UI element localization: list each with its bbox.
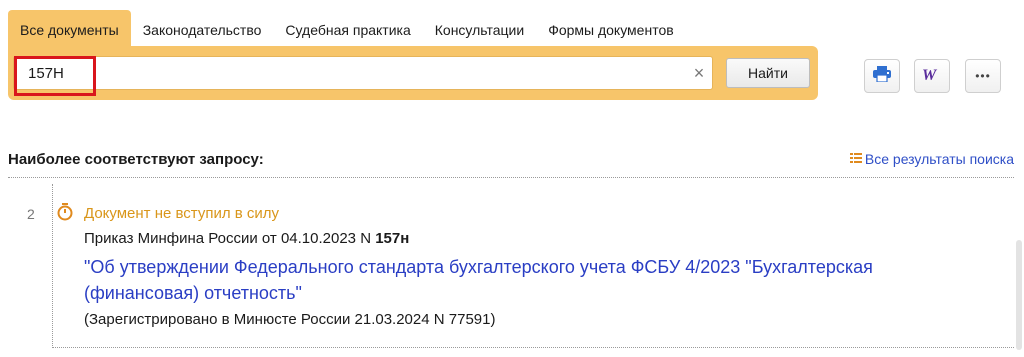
print-button[interactable] [864, 59, 900, 93]
clear-search-button[interactable]: × [689, 63, 709, 83]
registration-note: (Зарегистрировано в Минюсте России 21.03… [84, 311, 496, 328]
more-button[interactable]: ••• [965, 59, 1001, 93]
tab-document-forms[interactable]: Формы документов [536, 10, 686, 46]
result-number: 2 [27, 206, 35, 222]
search-input[interactable] [28, 61, 668, 85]
document-prefix: Приказ Минфина России от 04.10.2023 N [84, 230, 376, 247]
document-number: 157н [375, 230, 410, 247]
scrollbar[interactable] [1016, 240, 1022, 350]
all-results-label: Все результаты поиска [864, 151, 1014, 167]
search-box: × [13, 56, 713, 96]
results-heading: Наиболее соответствуют запросу: [8, 151, 264, 168]
word-export-icon: W [922, 66, 942, 87]
tab-court-practice[interactable]: Судебная практика [273, 10, 422, 46]
find-button[interactable]: Найти [726, 58, 810, 88]
svg-text:W: W [922, 67, 938, 82]
stopwatch-icon [56, 203, 74, 226]
search-panel: × Найти [8, 46, 818, 100]
document-reference: Приказ Минфина России от 04.10.2023 N 15… [84, 230, 409, 247]
tab-legislation[interactable]: Законодательство [131, 10, 274, 46]
printer-icon [873, 65, 891, 87]
document-status: Документ не вступил в силу [84, 205, 280, 222]
export-word-button[interactable]: W [914, 59, 950, 93]
tab-bar: Все документы Законодательство Судебная … [8, 10, 686, 46]
tab-consultations[interactable]: Консультации [423, 10, 536, 46]
all-results-link[interactable]: Все результаты поиска [849, 151, 1014, 167]
document-title-link[interactable]: "Об утверждении Федерального стандарта б… [84, 254, 964, 306]
divider [8, 177, 1014, 178]
tab-all-documents[interactable]: Все документы [8, 10, 131, 46]
list-icon [849, 151, 862, 167]
